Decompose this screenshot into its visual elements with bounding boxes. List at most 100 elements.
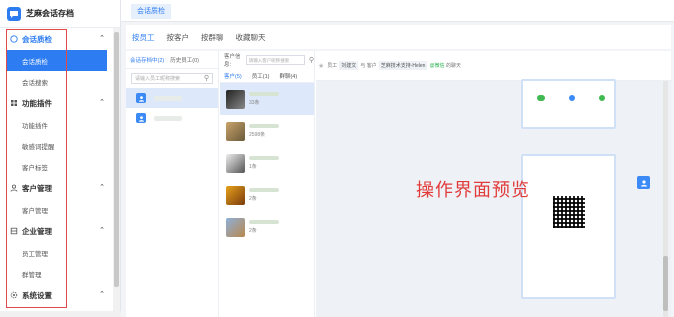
customer-label: 客户信息:	[224, 54, 241, 68]
avatar	[136, 113, 146, 123]
chat-header: ★ 员工 刘建文 与 客户 芝麻技术支持-Helen @微信 的聊天	[316, 51, 671, 81]
tab-archiving[interactable]: 会话存档中(2)	[130, 56, 164, 64]
blurred-name	[154, 115, 182, 121]
content-area: 会话存档中(2) 历史员工(0) 请输入员工昵称搜索 ⚲ 客户信息: 请输入客户…	[126, 51, 671, 317]
sub-tabs: 按员工 按客户 按群聊 收藏聊天	[126, 25, 671, 49]
star-icon[interactable]: ★	[318, 62, 324, 70]
customer-header: 客户信息: 请输入客户昵称搜索 ⚲	[220, 51, 314, 69]
sidebar-section-label: 会话质检	[22, 34, 52, 44]
list-item[interactable]: 2条	[220, 211, 314, 243]
image-message[interactable]	[521, 79, 616, 129]
employee-tabs: 会话存档中(2) 历史员工(0)	[126, 51, 218, 69]
chevron-up-icon: ⌃	[99, 184, 105, 191]
chat-suffix: 的聊天	[445, 63, 461, 69]
scrollbar-thumb[interactable]	[663, 256, 668, 311]
message-count: 1条	[249, 164, 257, 170]
tab-by-employee[interactable]: 按员工	[132, 32, 155, 43]
chevron-up-icon: ⌃	[99, 227, 105, 234]
tab-favorites[interactable]: 收藏聊天	[236, 32, 266, 43]
customer-tabs: 客户(5) 员工(1) 群聊(4)	[220, 69, 314, 83]
sidebar-section-customers[interactable]: 客户管理 ⌃	[0, 177, 113, 199]
list-item[interactable]: 33条	[220, 83, 314, 115]
qr-code-icon	[553, 196, 585, 228]
avatar	[637, 176, 650, 189]
tab-groups[interactable]: 群聊(4)	[279, 72, 297, 80]
app-icon	[569, 95, 575, 101]
customer-panel: 客户信息: 请输入客户昵称搜索 ⚲ 客户(5) 员工(1) 群聊(4) 33条 …	[220, 51, 315, 317]
message-count: 2条	[249, 196, 257, 202]
brand-logo-icon	[7, 6, 21, 21]
avatar	[226, 217, 245, 237]
search-placeholder: 请输入员工昵称搜索	[135, 76, 181, 82]
brand-title: 芝麻会话存档	[26, 9, 74, 18]
sidebar-section-plugins[interactable]: 功能插件 ⌃	[0, 92, 113, 114]
sidebar-item-groups[interactable]: 群管理	[0, 263, 113, 284]
user-icon	[10, 184, 18, 192]
sidebar-nav: 会话质检 ⌃ 会话质检 会话搜索 功能插件 ⌃ 功能插件 敏感词提醒 客户标签 …	[0, 28, 113, 317]
sidebar-item-plugins[interactable]: 功能插件	[0, 114, 113, 135]
blurred-name	[249, 188, 279, 192]
wechat-tag: @微信	[429, 63, 445, 69]
chevron-up-icon: ⌃	[99, 291, 105, 298]
search-icon[interactable]: ⚲	[309, 56, 314, 64]
search-icon[interactable]: ⚲	[204, 74, 209, 84]
blurred-name	[249, 156, 279, 160]
avatar	[136, 93, 146, 103]
list-item[interactable]: 2598条	[220, 115, 314, 147]
sidebar-scrollbar[interactable]	[113, 28, 120, 317]
sidebar-section-label: 企业管理	[22, 226, 52, 236]
sidebar-horizontal-scrollbar[interactable]	[0, 311, 121, 317]
company-name: 芝麻技术支持-Helen	[378, 61, 428, 70]
tab-history-staff[interactable]: 历史员工(0)	[170, 56, 199, 64]
list-item[interactable]	[126, 108, 218, 128]
chat-panel: ★ 员工 刘建文 与 客户 芝麻技术支持-Helen @微信 的聊天 24/12…	[316, 51, 671, 317]
blurred-name	[249, 220, 279, 224]
tab-customers[interactable]: 客户(5)	[224, 72, 242, 80]
sidebar-item-quality[interactable]: 会话质检	[6, 50, 107, 71]
sidebar-section-label: 客户管理	[22, 183, 52, 193]
sidebar-item-customer-mgmt[interactable]: 客户管理	[0, 199, 113, 220]
sidebar-section-settings[interactable]: 系统设置 ⌃	[0, 284, 113, 306]
sidebar-section-quality[interactable]: 会话质检 ⌃	[0, 28, 113, 50]
qr-card-message[interactable]	[521, 154, 616, 299]
customer-label: 客户	[366, 63, 377, 69]
customer-search-input[interactable]: 请输入客户昵称搜索	[245, 55, 305, 65]
chat-scrollbar[interactable]	[663, 81, 668, 317]
avatar	[226, 185, 245, 205]
chevron-up-icon: ⌃	[99, 99, 105, 106]
gear-icon	[10, 291, 18, 299]
wechat-icon	[537, 95, 545, 101]
avatar	[226, 89, 245, 109]
message-count: 2598条	[249, 132, 266, 138]
sidebar: 芝麻会话存档 会话质检 ⌃ 会话质检 会话搜索 功能插件 ⌃ 功能插件 敏感词提…	[0, 0, 121, 317]
sidebar-item-sensitive-words[interactable]: 敏感词提醒	[0, 135, 113, 156]
sidebar-section-enterprise[interactable]: 企业管理 ⌃	[0, 220, 113, 242]
tab-by-group[interactable]: 按群聊	[201, 32, 224, 43]
brand-header: 芝麻会话存档	[0, 0, 120, 28]
message-count: 2条	[249, 228, 257, 234]
sidebar-item-staff[interactable]: 员工管理	[0, 242, 113, 263]
sidebar-section-label: 功能插件	[22, 98, 52, 108]
sidebar-item-customer-tags[interactable]: 客户标签	[0, 156, 113, 177]
tab-by-customer[interactable]: 按客户	[167, 32, 190, 43]
sidebar-item-search[interactable]: 会话搜索	[0, 71, 113, 92]
avatar	[226, 121, 245, 141]
chevron-up-icon: ⌃	[99, 35, 105, 42]
chat-messages: 24/12/13 11:11刘建文 操作界面预览	[316, 79, 671, 317]
tab-quality-check[interactable]: 会话质检	[131, 4, 171, 19]
employee-name: 刘建文	[339, 61, 359, 70]
list-item[interactable]	[126, 88, 218, 108]
avatar	[226, 153, 245, 173]
list-item[interactable]: 2条	[220, 179, 314, 211]
grid-icon	[10, 99, 18, 107]
with-label: 与	[360, 63, 366, 69]
circle-check-icon	[10, 35, 18, 43]
employee-label: 员工	[327, 63, 338, 69]
employee-panel: 会话存档中(2) 历史员工(0) 请输入员工昵称搜索 ⚲	[126, 51, 219, 317]
tab-staff[interactable]: 员工(1)	[252, 72, 270, 80]
scrollbar-thumb[interactable]	[114, 32, 119, 287]
blurred-name	[249, 124, 279, 128]
list-item[interactable]: 1条	[220, 147, 314, 179]
app-icon	[599, 95, 605, 101]
employee-search-input[interactable]: 请输入员工昵称搜索 ⚲	[131, 73, 213, 84]
